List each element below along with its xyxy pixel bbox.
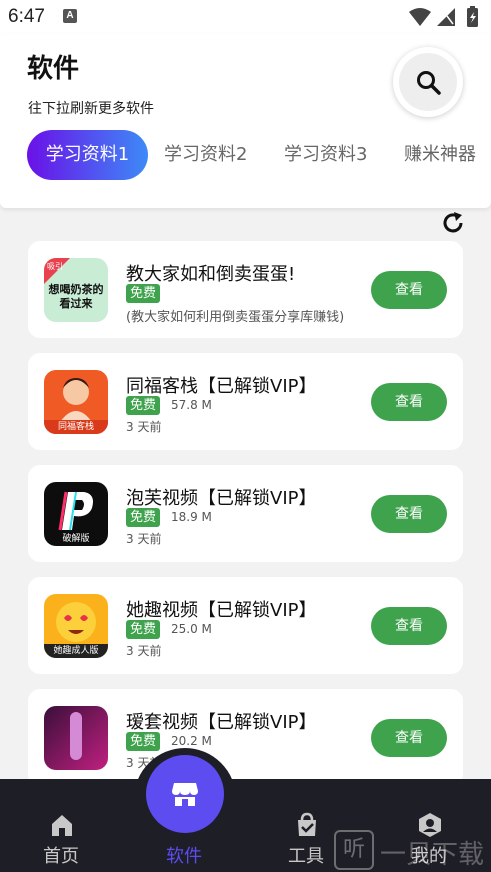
app-icon: 同福客栈	[44, 370, 108, 434]
watermark: 听 一贝下载	[334, 828, 491, 872]
view-button[interactable]: 查看	[371, 719, 447, 757]
app-icon-text: 破解版	[62, 534, 90, 544]
tab-money-tool[interactable]: 赚米神器	[404, 130, 476, 180]
app-updated-time: 3 天前	[126, 532, 162, 546]
tab-study-material-2[interactable]: 学习资料2	[164, 130, 247, 180]
tab-study-material-3[interactable]: 学习资料3	[284, 130, 367, 180]
app-icon	[44, 706, 108, 770]
free-badge: 免费	[126, 732, 161, 751]
app-icon-tag: 吸引	[47, 262, 63, 271]
app-size: 18.9 M	[171, 510, 212, 524]
search-icon	[417, 71, 441, 95]
nav-label-software-wrap[interactable]: 软件	[154, 810, 214, 867]
tab-study-material-1[interactable]: 学习资料1	[27, 130, 148, 180]
app-icon: 她趣成人版	[44, 594, 108, 658]
app-name: 瑷套视频【已解锁VIP】	[126, 712, 317, 733]
status-bar: 6:47 A	[0, 0, 491, 34]
status-icons	[409, 6, 478, 27]
app-name: 同福客栈【已解锁VIP】	[126, 376, 317, 397]
app-size: 25.0 M	[171, 622, 212, 636]
app-icon-text: 想喝奶茶的看过来	[48, 283, 104, 310]
page-subtitle: 往下拉刷新更多软件	[28, 101, 154, 117]
search-button[interactable]	[393, 47, 463, 117]
app-updated-time: 3 天前	[126, 644, 162, 658]
watermark-text: 一贝下载	[380, 840, 485, 870]
wifi-icon	[409, 8, 431, 26]
nav-label-home: 首页	[43, 846, 79, 867]
app-card[interactable]: 同福客栈 同福客栈【已解锁VIP】 免费 57.8 M 3 天前 查看	[28, 353, 463, 450]
nav-label-software: 软件	[166, 846, 202, 867]
view-button[interactable]: 查看	[371, 271, 447, 309]
nav-item-home[interactable]: 首页	[31, 810, 91, 867]
app-icon-text: 同福客栈	[57, 422, 94, 432]
status-time: 6:47	[8, 6, 45, 27]
app-description: (教大家如何利用倒卖蛋蛋分享库赚钱)	[126, 310, 345, 325]
page-title: 软件	[27, 54, 80, 84]
free-badge: 免费	[126, 508, 161, 527]
refresh-icon[interactable]	[440, 210, 466, 236]
notification-icon: A	[63, 9, 77, 23]
app-size: 57.8 M	[171, 398, 212, 412]
app-name: 教大家如和倒卖蛋蛋!	[126, 264, 296, 285]
store-icon	[172, 783, 198, 806]
watermark-logo: 听	[334, 830, 374, 870]
app-icon-text: 她趣成人版	[53, 646, 99, 656]
view-button[interactable]: 查看	[371, 495, 447, 533]
free-badge: 免费	[126, 620, 161, 639]
app-size: 20.2 M	[171, 734, 212, 748]
search-button-background	[399, 53, 457, 111]
free-badge: 免费	[126, 396, 161, 415]
app-updated-time: 3 天前	[126, 420, 162, 434]
app-card[interactable]: 她趣成人版 她趣视频【已解锁VIP】 免费 25.0 M 3 天前 查看	[28, 577, 463, 674]
view-button[interactable]: 查看	[371, 383, 447, 421]
app-icon: 吸引 想喝奶茶的看过来	[44, 258, 108, 322]
app-card[interactable]: 破解版 泡芙视频【已解锁VIP】 免费 18.9 M 3 天前 查看	[28, 465, 463, 562]
header: 软件 往下拉刷新更多软件 学习资料1 学习资料2 学习资料3 赚米神器	[0, 34, 491, 208]
free-badge: 免费	[126, 284, 161, 303]
app-card[interactable]: 瑷套视频【已解锁VIP】 免费 20.2 M 3 天前 查看	[28, 689, 463, 786]
app-name: 泡芙视频【已解锁VIP】	[126, 488, 317, 509]
view-button[interactable]: 查看	[371, 607, 447, 645]
nav-item-tools[interactable]: 工具	[276, 810, 336, 867]
home-icon	[52, 815, 72, 836]
app-name: 她趣视频【已解锁VIP】	[126, 600, 317, 621]
app-icon: 破解版	[44, 482, 108, 546]
app-card[interactable]: 吸引 想喝奶茶的看过来 教大家如和倒卖蛋蛋! 免费 (教大家如何利用倒卖蛋蛋分享…	[28, 241, 463, 338]
bag-icon	[298, 812, 316, 836]
category-tabs: 学习资料1 学习资料2 学习资料3 赚米神器	[27, 130, 491, 180]
nav-label-tools: 工具	[288, 846, 324, 867]
